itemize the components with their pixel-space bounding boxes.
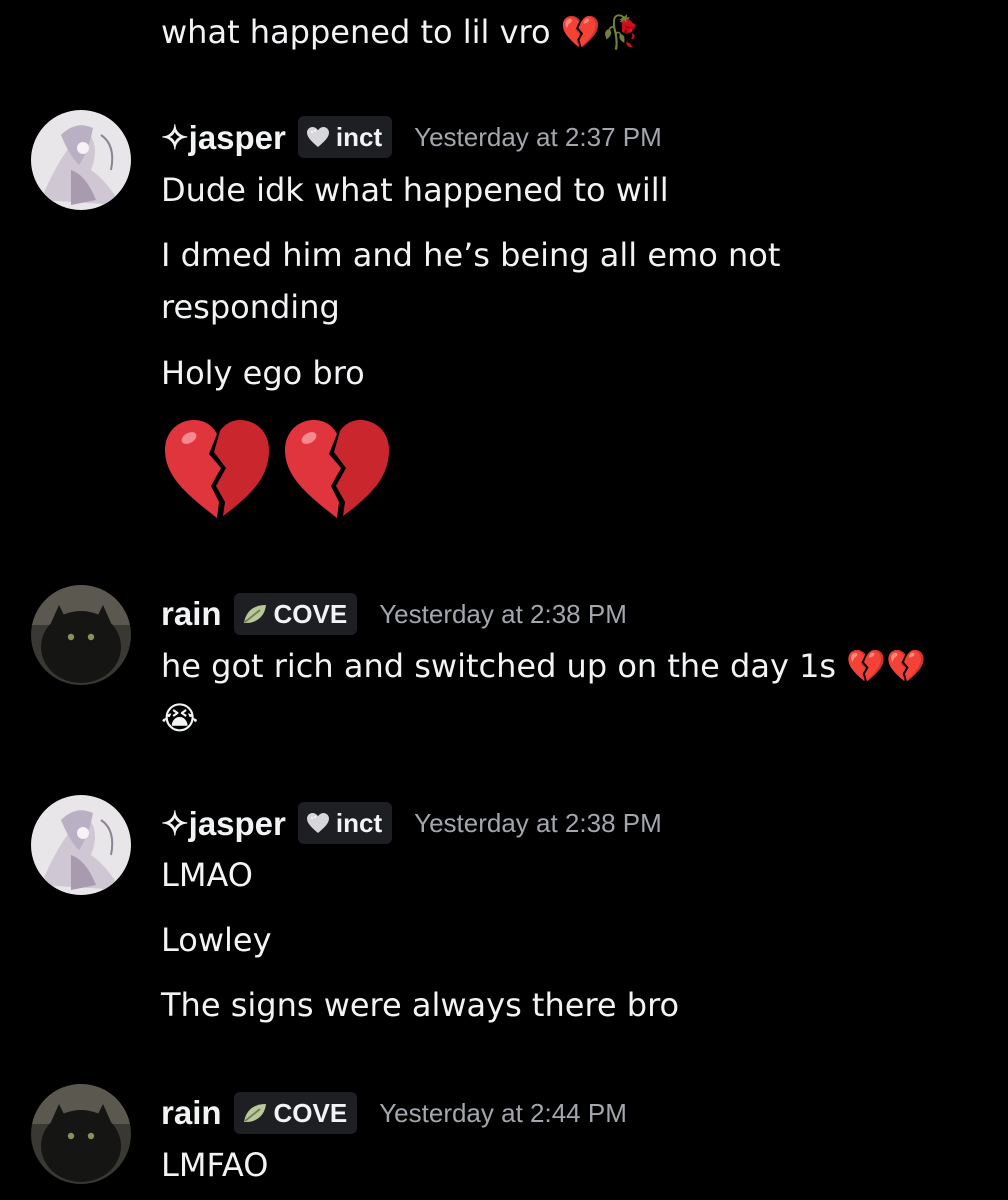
avatar-image <box>31 110 131 210</box>
message-line: Holy ego bro <box>161 354 365 392</box>
server-tag[interactable]: COVE <box>233 1092 358 1134</box>
server-tag[interactable]: inct <box>297 116 393 158</box>
tag-label: inct <box>335 121 383 152</box>
timestamp: Yesterday at 2:44 PM <box>379 1097 627 1128</box>
chat-log: what happened to lil vro 💔🥀 ✧jasper inct… <box>0 0 1008 1200</box>
message-line: LMAO <box>161 856 253 894</box>
message-line: The signs were always there bro <box>161 986 680 1024</box>
username[interactable]: ✧jasper <box>161 118 286 157</box>
username[interactable]: ✧jasper <box>161 804 286 843</box>
tag-label: COVE <box>273 1097 348 1128</box>
avatar[interactable] <box>31 795 131 895</box>
avatar[interactable] <box>31 585 131 685</box>
message-line: he got rich and switched up on the day 1… <box>161 640 926 692</box>
server-tag[interactable]: inct <box>297 802 393 844</box>
avatar-image <box>31 1084 131 1184</box>
message-line: I dmed him and he’s being all emo not re… <box>161 236 781 326</box>
broken-heart-emoji <box>281 416 393 524</box>
server-tag[interactable]: COVE <box>233 593 358 635</box>
avatar[interactable] <box>31 110 131 210</box>
jumbo-emoji-row <box>161 416 393 524</box>
message-line: 😭 <box>161 692 198 744</box>
leaf-icon <box>242 603 268 625</box>
message-header: rain COVE Yesterday at 2:44 PM <box>161 1089 627 1137</box>
tag-label: COVE <box>273 598 348 629</box>
timestamp: Yesterday at 2:38 PM <box>414 807 662 838</box>
message-line: LMFAO <box>161 1146 269 1184</box>
avatar-image <box>31 585 131 685</box>
timestamp: Yesterday at 2:37 PM <box>414 121 662 152</box>
broken-heart-emoji: 💔 <box>560 13 601 51</box>
username[interactable]: rain <box>161 1094 222 1132</box>
username[interactable]: rain <box>161 595 222 633</box>
broken-heart-emoji: 💔 <box>886 647 926 685</box>
avatar-image <box>31 795 131 895</box>
message-text: he got rich and switched up on the day 1… <box>161 647 837 685</box>
avatar[interactable] <box>31 1084 131 1184</box>
message-header: rain COVE Yesterday at 2:38 PM <box>161 590 627 638</box>
leaf-icon <box>242 1102 268 1124</box>
timestamp: Yesterday at 2:38 PM <box>379 598 627 629</box>
message-line: Dude idk what happened to will <box>161 171 669 209</box>
crying-face-emoji: 😭 <box>161 699 199 737</box>
message-text: what happened to lil vro <box>161 13 551 51</box>
message-line: what happened to lil vro 💔🥀 <box>161 6 640 58</box>
message-header: ✧jasper inct Yesterday at 2:37 PM <box>161 113 662 161</box>
tag-label: inct <box>335 807 383 838</box>
message-header: ✧jasper inct Yesterday at 2:38 PM <box>161 799 662 847</box>
heart-icon <box>306 812 330 834</box>
message-line: Lowley <box>161 921 272 959</box>
broken-heart-emoji <box>161 416 273 524</box>
wilted-rose-emoji: 🥀 <box>600 13 641 51</box>
heart-icon <box>306 126 330 148</box>
broken-heart-emoji: 💔 <box>846 647 887 685</box>
